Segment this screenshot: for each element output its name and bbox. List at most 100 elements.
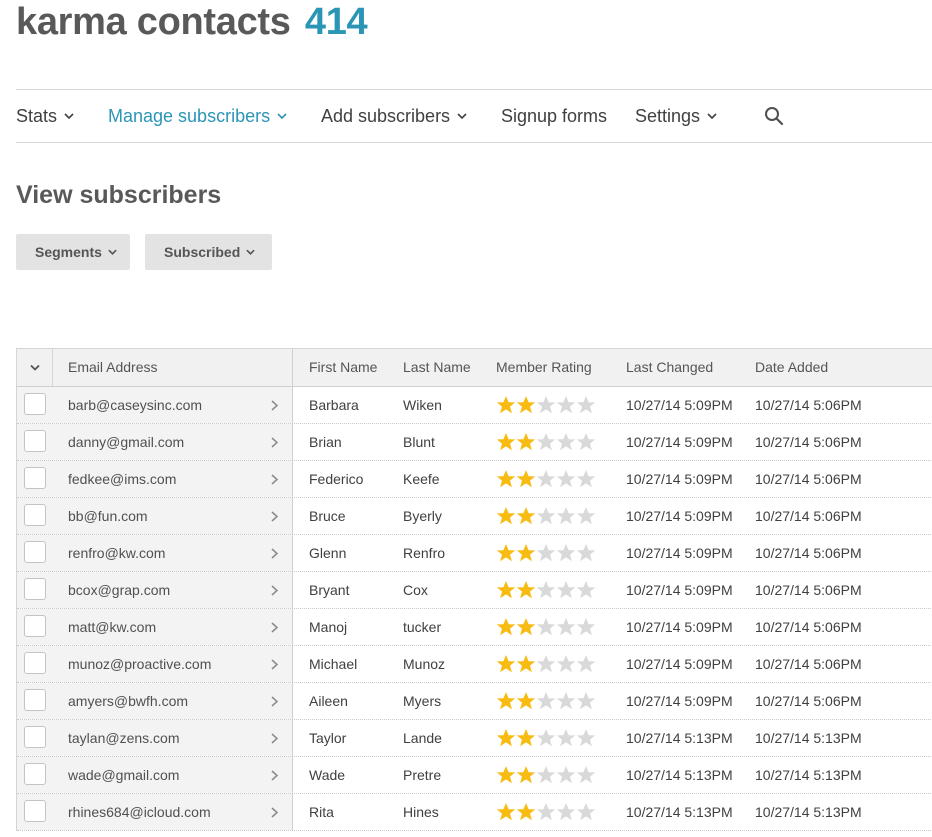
star-icon <box>496 803 516 821</box>
star-icon <box>556 544 576 562</box>
column-header-last-name[interactable]: Last Name <box>403 349 471 386</box>
star-icon <box>576 618 596 636</box>
table-row[interactable]: matt@kw.com Manoj tucker 10/27/14 5:09PM 10/… <box>17 609 932 646</box>
list-name: karma contacts <box>16 1 291 43</box>
nav-manage-subscribers[interactable]: Manage subscribers <box>108 90 287 142</box>
chevron-right-icon[interactable] <box>271 437 278 448</box>
table-row[interactable]: bcox@grap.com Bryant Cox 10/27/14 5:09PM 10/… <box>17 572 932 609</box>
last-changed-cell: 10/27/14 5:13PM <box>626 804 733 820</box>
star-icon <box>516 470 536 488</box>
star-icon <box>496 618 516 636</box>
email-cell[interactable]: wade@gmail.com <box>68 757 179 793</box>
table-row[interactable]: wade@gmail.com Wade Pretre 10/27/14 5:13PM 1… <box>17 757 932 794</box>
chevron-right-icon[interactable] <box>271 548 278 559</box>
chevron-right-icon[interactable] <box>271 696 278 707</box>
star-icon <box>556 507 576 525</box>
chevron-right-icon[interactable] <box>271 733 278 744</box>
email-cell[interactable]: amyers@bwfh.com <box>68 683 188 719</box>
row-left-panel: munoz@proactive.com <box>17 646 293 682</box>
email-cell[interactable]: munoz@proactive.com <box>68 646 211 682</box>
email-cell[interactable]: barb@caseysinc.com <box>68 387 202 423</box>
row-checkbox[interactable] <box>24 504 46 526</box>
star-icon <box>516 544 536 562</box>
row-checkbox[interactable] <box>24 393 46 415</box>
row-checkbox[interactable] <box>24 726 46 748</box>
first-name-cell: Michael <box>309 656 358 672</box>
row-checkbox[interactable] <box>24 541 46 563</box>
segments-button-label: Segments <box>35 244 102 260</box>
row-checkbox[interactable] <box>24 800 46 822</box>
chevron-right-icon[interactable] <box>271 622 278 633</box>
segments-button[interactable]: Segments <box>16 234 130 270</box>
email-cell[interactable]: matt@kw.com <box>68 609 156 645</box>
nav-settings[interactable]: Settings <box>635 90 717 142</box>
chevron-right-icon[interactable] <box>271 807 278 818</box>
chevron-right-icon[interactable] <box>271 400 278 411</box>
nav-add-subscribers[interactable]: Add subscribers <box>321 90 467 142</box>
row-checkbox[interactable] <box>24 615 46 637</box>
nav-stats[interactable]: Stats <box>16 90 74 142</box>
row-checkbox[interactable] <box>24 689 46 711</box>
column-header-last-changed[interactable]: Last Changed <box>626 349 713 386</box>
table-row[interactable]: amyers@bwfh.com Aileen Myers 10/27/14 5:09P… <box>17 683 932 720</box>
email-cell[interactable]: taylan@zens.com <box>68 720 179 756</box>
row-checkbox[interactable] <box>24 763 46 785</box>
chevron-right-icon[interactable] <box>271 659 278 670</box>
last-changed-cell: 10/27/14 5:09PM <box>626 471 733 487</box>
search-icon[interactable] <box>764 106 784 126</box>
select-all-toggle[interactable] <box>17 349 53 386</box>
star-icon <box>576 692 596 710</box>
member-rating-stars <box>496 802 596 822</box>
table-row[interactable]: rhines684@icloud.com Rita Hines 10/27/14 5:… <box>17 794 932 831</box>
row-checkbox[interactable] <box>24 578 46 600</box>
chevron-down-icon <box>30 364 40 371</box>
table-row[interactable]: fedkee@ims.com Federico Keefe 10/27/14 5:09… <box>17 461 932 498</box>
column-header-email[interactable]: Email Address <box>68 349 157 386</box>
email-cell[interactable]: bcox@grap.com <box>68 572 170 608</box>
star-icon <box>496 729 516 747</box>
chevron-down-icon <box>277 113 287 119</box>
star-icon <box>576 507 596 525</box>
star-icon <box>536 655 556 673</box>
table-row[interactable]: taylan@zens.com Taylor Lande 10/27/14 5:13P… <box>17 720 932 757</box>
row-left-panel: bb@fun.com <box>17 498 293 534</box>
star-icon <box>536 729 556 747</box>
first-name-cell: Manoj <box>309 619 348 635</box>
chevron-right-icon[interactable] <box>271 585 278 596</box>
status-filter-button[interactable]: Subscribed <box>145 234 272 270</box>
member-rating-stars <box>496 543 596 563</box>
email-cell[interactable]: danny@gmail.com <box>68 424 184 460</box>
member-rating-stars <box>496 765 596 785</box>
column-header-member-rating[interactable]: Member Rating <box>496 349 592 386</box>
email-cell[interactable]: bb@fun.com <box>68 498 148 534</box>
table-row[interactable]: danny@gmail.com Brian Blunt 10/27/14 5:09PM… <box>17 424 932 461</box>
table-row[interactable]: barb@caseysinc.com Barbara Wiken 10/27/14 5… <box>17 387 932 424</box>
chevron-right-icon[interactable] <box>271 474 278 485</box>
nav-add-subscribers-label: Add subscribers <box>321 106 451 126</box>
email-cell[interactable]: fedkee@ims.com <box>68 461 176 497</box>
nav-signup-forms[interactable]: Signup forms <box>501 90 607 142</box>
first-name-cell: Taylor <box>309 730 347 746</box>
row-checkbox[interactable] <box>24 467 46 489</box>
column-header-first-name[interactable]: First Name <box>309 349 377 386</box>
row-checkbox[interactable] <box>24 652 46 674</box>
chevron-right-icon[interactable] <box>271 511 278 522</box>
column-header-date-added[interactable]: Date Added <box>755 349 828 386</box>
star-icon <box>516 692 536 710</box>
star-icon <box>556 618 576 636</box>
last-changed-cell: 10/27/14 5:09PM <box>626 619 733 635</box>
row-checkbox[interactable] <box>24 430 46 452</box>
star-icon <box>556 396 576 414</box>
table-row[interactable]: bb@fun.com Bruce Byerly 10/27/14 5:09PM 10/2… <box>17 498 932 535</box>
subscriber-count: 414 <box>304 1 368 43</box>
chevron-right-icon[interactable] <box>271 770 278 781</box>
row-left-panel: renfro@kw.com <box>17 535 293 571</box>
nav-manage-subscribers-label: Manage subscribers <box>108 106 271 126</box>
table-row[interactable]: renfro@kw.com Glenn Renfro 10/27/14 5:09PM 1… <box>17 535 932 572</box>
row-left-panel: barb@caseysinc.com <box>17 387 293 423</box>
star-icon <box>516 655 536 673</box>
email-cell[interactable]: renfro@kw.com <box>68 535 165 571</box>
table-row[interactable]: munoz@proactive.com Michael Munoz 10/27/14 … <box>17 646 932 683</box>
email-cell[interactable]: rhines684@icloud.com <box>68 794 211 830</box>
member-rating-stars <box>496 395 596 415</box>
